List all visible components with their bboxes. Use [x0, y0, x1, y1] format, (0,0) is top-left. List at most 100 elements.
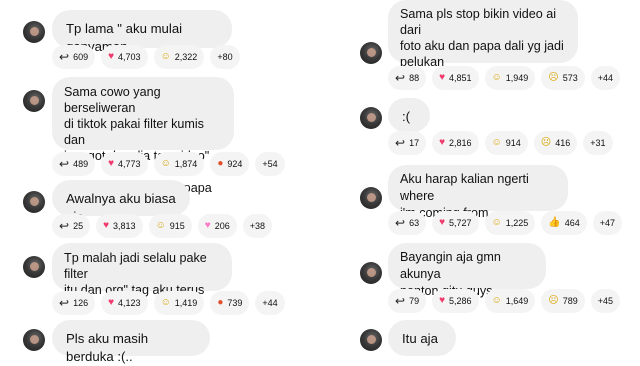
- reply-count[interactable]: ↩ 25: [52, 214, 91, 238]
- laugh-icon: ☺: [491, 72, 502, 83]
- sad-icon: ☹: [540, 137, 552, 148]
- reply-count[interactable]: ↩ 63: [388, 211, 427, 235]
- avatar[interactable]: [23, 329, 45, 351]
- avatar[interactable]: [23, 256, 45, 278]
- message-bubble[interactable]: :(: [388, 98, 430, 132]
- reply-count[interactable]: ↩ 489: [52, 152, 96, 176]
- sad-icon: ☹: [548, 72, 559, 83]
- message-bubble[interactable]: Sama pls stop bikin video ai dari foto a…: [388, 0, 578, 69]
- more-reactions[interactable]: +44: [590, 66, 621, 90]
- heart-icon: ♥: [108, 297, 115, 308]
- message-reactions: ↩ 88 ♥ 4,851 ☺ 1,949 ☹ 573 +44: [388, 66, 621, 90]
- reaction-laugh[interactable]: ☺ 1,419: [153, 291, 205, 315]
- reply-count[interactable]: ↩ 609: [52, 45, 96, 69]
- reply-icon: ↩: [59, 50, 70, 64]
- chat-column-right: Sama pls stop bikin video ai dari foto a…: [320, 0, 640, 360]
- reply-icon: ↩: [395, 294, 406, 308]
- reaction-sad[interactable]: ☹ 789: [541, 289, 585, 313]
- laugh-icon: ☺: [160, 297, 171, 308]
- more-reactions[interactable]: +47: [592, 211, 623, 235]
- avatar[interactable]: [360, 42, 382, 64]
- angry-icon: ●: [217, 158, 224, 169]
- pink-heart-icon: ♥: [204, 220, 211, 231]
- reply-count[interactable]: ↩ 17: [388, 131, 427, 155]
- message-bubble[interactable]: Bayangin aja gmn akunya nonton gitu guys: [388, 243, 546, 298]
- angry-icon: ●: [217, 297, 224, 308]
- reply-icon: ↩: [59, 157, 70, 171]
- reaction-heart[interactable]: ♥ 4,851: [432, 66, 479, 90]
- more-reactions[interactable]: +80: [210, 45, 240, 69]
- reaction-heart[interactable]: ♥ 4,773: [101, 152, 148, 176]
- message-reactions: ↩ 63 ♥ 5,727 ☺ 1,225 👍 464 +47: [388, 211, 623, 235]
- reaction-laugh[interactable]: ☺ 914: [484, 131, 528, 155]
- more-reactions[interactable]: +31: [583, 131, 613, 155]
- reaction-laugh[interactable]: ☺ 2,322: [153, 45, 205, 69]
- reaction-heart[interactable]: ♥ 4,703: [101, 45, 148, 69]
- reply-icon: ↩: [395, 71, 406, 85]
- reaction-pink-heart[interactable]: ♥ 206: [197, 214, 237, 238]
- avatar[interactable]: [23, 191, 45, 213]
- message-bubble[interactable]: Awalnya aku biasa aja: [52, 180, 190, 224]
- reply-icon: ↩: [59, 219, 70, 233]
- reaction-laugh[interactable]: ☺ 1,649: [484, 289, 536, 313]
- avatar[interactable]: [23, 21, 45, 43]
- laugh-icon: ☺: [491, 137, 502, 148]
- reaction-angry[interactable]: ● 739: [210, 291, 250, 315]
- more-reactions[interactable]: +45: [590, 289, 621, 313]
- reply-icon: ↩: [59, 296, 70, 310]
- message-bubble[interactable]: Pls aku masih berduka :(..: [52, 320, 210, 364]
- message-bubble[interactable]: Sama cowo yang berseliweran di tiktok pa…: [52, 77, 234, 211]
- reply-icon: ↩: [395, 216, 406, 230]
- heart-icon: ♥: [439, 295, 446, 306]
- heart-icon: ♥: [103, 220, 110, 231]
- message-reactions: ↩ 79 ♥ 5,286 ☺ 1,649 ☹ 789 +45: [388, 289, 621, 313]
- message-bubble[interactable]: Itu aja: [388, 320, 456, 356]
- reply-count[interactable]: ↩ 126: [52, 291, 96, 315]
- heart-icon: ♥: [108, 51, 115, 62]
- message-reactions: ↩ 609 ♥ 4,703 ☺ 2,322 +80: [52, 45, 240, 69]
- reply-count[interactable]: ↩ 79: [388, 289, 427, 313]
- more-reactions[interactable]: +54: [255, 152, 285, 176]
- laugh-icon: ☺: [155, 220, 166, 231]
- avatar[interactable]: [360, 262, 382, 284]
- laugh-icon: ☺: [160, 51, 171, 62]
- reaction-angry[interactable]: ● 924: [210, 152, 250, 176]
- message-bubble[interactable]: Tp lama " aku mulai ganyaman: [52, 10, 232, 54]
- more-reactions[interactable]: +38: [242, 214, 273, 238]
- heart-icon: ♥: [439, 72, 446, 83]
- chat-column-left: Tp lama " aku mulai ganyaman ↩ 609 ♥ 4,703…: [0, 0, 320, 364]
- heart-icon: ♥: [108, 158, 115, 169]
- reaction-thumbs-up[interactable]: 👍 464: [541, 211, 587, 235]
- reaction-sad[interactable]: ☹ 573: [541, 66, 585, 90]
- laugh-icon: ☺: [491, 295, 502, 306]
- reply-icon: ↩: [395, 136, 406, 150]
- reaction-laugh[interactable]: ☺ 1,874: [153, 152, 205, 176]
- more-reactions[interactable]: +44: [255, 291, 285, 315]
- reaction-sad[interactable]: ☹ 416: [533, 131, 578, 155]
- avatar[interactable]: [360, 329, 382, 351]
- reaction-heart[interactable]: ♥ 2,816: [432, 131, 479, 155]
- reaction-heart[interactable]: ♥ 4,123: [101, 291, 148, 315]
- avatar[interactable]: [360, 187, 382, 209]
- message-bubble[interactable]: Tp malah jadi selalu pake filter itu dan…: [52, 243, 232, 297]
- avatar[interactable]: [23, 90, 45, 112]
- thumbs-up-icon: 👍: [548, 217, 561, 228]
- sad-icon: ☹: [548, 295, 559, 306]
- reaction-laugh[interactable]: ☺ 1,949: [484, 66, 536, 90]
- reaction-heart[interactable]: ♥ 5,727: [432, 211, 479, 235]
- reply-count[interactable]: ↩ 88: [388, 66, 427, 90]
- reaction-heart[interactable]: ♥ 5,286: [432, 289, 479, 313]
- message-reactions: ↩ 25 ♥ 3,813 ☺ 915 ♥ 206 +38: [52, 214, 273, 238]
- message-reactions: ↩ 126 ♥ 4,123 ☺ 1,419 ● 739 +44: [52, 291, 285, 315]
- message-reactions: ↩ 489 ♥ 4,773 ☺ 1,874 ● 924 +54: [52, 152, 285, 176]
- laugh-icon: ☺: [491, 217, 502, 228]
- heart-icon: ♥: [439, 137, 446, 148]
- reaction-laugh[interactable]: ☺ 1,225: [484, 211, 536, 235]
- laugh-icon: ☺: [160, 158, 171, 169]
- reaction-heart[interactable]: ♥ 3,813: [96, 214, 143, 238]
- message-reactions: ↩ 17 ♥ 2,816 ☺ 914 ☹ 416 +31: [388, 131, 613, 155]
- heart-icon: ♥: [439, 217, 446, 228]
- message-bubble[interactable]: Aku harap kalian ngerti where i'm coming…: [388, 165, 568, 220]
- reaction-laugh[interactable]: ☺ 915: [148, 214, 192, 238]
- avatar[interactable]: [360, 107, 382, 129]
